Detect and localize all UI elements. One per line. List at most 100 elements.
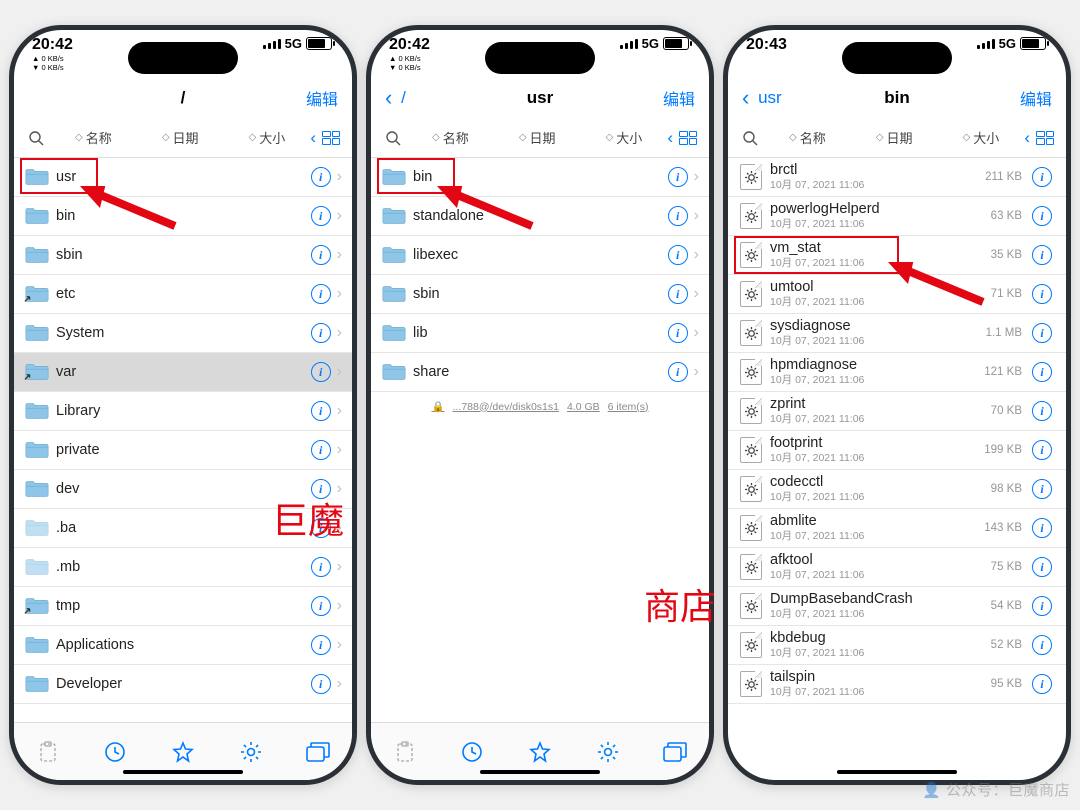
list-item[interactable]: System i › [14, 314, 352, 353]
list-item[interactable]: dev i › [14, 470, 352, 509]
info-button[interactable]: i [1032, 206, 1052, 226]
list-item[interactable]: sysdiagnose 10月 07, 2021 11:06 1.1 MB i [728, 314, 1066, 353]
list-item[interactable]: tmp i › [14, 587, 352, 626]
info-button[interactable]: i [311, 674, 331, 694]
list-item[interactable]: Library i › [14, 392, 352, 431]
clipboard-icon[interactable] [36, 740, 60, 764]
list-item[interactable]: DumpBasebandCrash 10月 07, 2021 11:06 54 … [728, 587, 1066, 626]
info-button[interactable]: i [311, 401, 331, 421]
collapse-icon[interactable]: ‹ [310, 128, 316, 148]
info-button[interactable]: i [311, 635, 331, 655]
info-button[interactable]: i [311, 284, 331, 304]
disk-info[interactable]: 🔒 ...788@/dev/disk0s1s1 4.0 GB 6 item(s) [371, 392, 709, 421]
search-icon[interactable] [379, 130, 407, 146]
info-button[interactable]: i [1032, 440, 1052, 460]
list-item[interactable]: standalone i › [371, 197, 709, 236]
sort-size-button[interactable]: ◇大小 [224, 128, 311, 147]
info-button[interactable]: i [311, 557, 331, 577]
file-list[interactable]: brctl 10月 07, 2021 11:06 211 KB i powerl… [728, 158, 1066, 704]
list-item[interactable]: bin i › [371, 158, 709, 197]
info-button[interactable]: i [668, 284, 688, 304]
info-button[interactable]: i [668, 362, 688, 382]
info-button[interactable]: i [668, 206, 688, 226]
recent-icon[interactable] [460, 740, 484, 764]
list-item[interactable]: share i › [371, 353, 709, 392]
list-item[interactable]: sbin i › [371, 275, 709, 314]
sort-date-button[interactable]: ◇日期 [137, 128, 224, 147]
sort-date-button[interactable]: ◇日期 [851, 128, 938, 147]
info-button[interactable]: i [1032, 557, 1052, 577]
list-item[interactable]: brctl 10月 07, 2021 11:06 211 KB i [728, 158, 1066, 197]
home-indicator[interactable] [480, 770, 600, 774]
back-button[interactable]: ‹ usr [742, 85, 802, 111]
sort-name-button[interactable]: ◇名称 [50, 128, 137, 147]
info-button[interactable]: i [1032, 167, 1052, 187]
list-item[interactable]: kbdebug 10月 07, 2021 11:06 52 KB i [728, 626, 1066, 665]
info-button[interactable]: i [311, 596, 331, 616]
favorites-icon[interactable] [528, 740, 552, 764]
list-item[interactable]: tailspin 10月 07, 2021 11:06 95 KB i [728, 665, 1066, 704]
list-item[interactable]: powerlogHelperd 10月 07, 2021 11:06 63 KB… [728, 197, 1066, 236]
info-button[interactable]: i [1032, 284, 1052, 304]
list-item[interactable]: usr i › [14, 158, 352, 197]
info-button[interactable]: i [1032, 401, 1052, 421]
info-button[interactable]: i [1032, 479, 1052, 499]
list-item[interactable]: var i › [14, 353, 352, 392]
windows-icon[interactable] [663, 740, 687, 764]
info-button[interactable]: i [668, 245, 688, 265]
windows-icon[interactable] [306, 740, 330, 764]
info-button[interactable]: i [311, 518, 331, 538]
home-indicator[interactable] [837, 770, 957, 774]
clipboard-icon[interactable] [393, 740, 417, 764]
file-list[interactable]: usr i › bin i › sbin i › etc i › System … [14, 158, 352, 704]
info-button[interactable]: i [668, 323, 688, 343]
list-item[interactable]: vm_stat 10月 07, 2021 11:06 35 KB i [728, 236, 1066, 275]
grid-view-icon[interactable] [322, 131, 340, 145]
list-item[interactable]: hpmdiagnose 10月 07, 2021 11:06 121 KB i [728, 353, 1066, 392]
sort-size-button[interactable]: ◇大小 [581, 128, 668, 147]
settings-icon[interactable] [239, 740, 263, 764]
info-button[interactable]: i [311, 323, 331, 343]
search-icon[interactable] [22, 130, 50, 146]
file-list[interactable]: bin i › standalone i › libexec i › sbin … [371, 158, 709, 421]
list-item[interactable]: zprint 10月 07, 2021 11:06 70 KB i [728, 392, 1066, 431]
sort-size-button[interactable]: ◇大小 [938, 128, 1025, 147]
list-item[interactable]: umtool 10月 07, 2021 11:06 71 KB i [728, 275, 1066, 314]
list-item[interactable]: Applications i › [14, 626, 352, 665]
list-item[interactable]: footprint 10月 07, 2021 11:06 199 KB i [728, 431, 1066, 470]
list-item[interactable]: afktool 10月 07, 2021 11:06 75 KB i [728, 548, 1066, 587]
info-button[interactable]: i [311, 362, 331, 382]
edit-button[interactable]: 编辑 [992, 86, 1052, 110]
search-icon[interactable] [736, 130, 764, 146]
edit-button[interactable]: 编辑 [635, 86, 695, 110]
info-button[interactable]: i [311, 479, 331, 499]
list-item[interactable]: lib i › [371, 314, 709, 353]
settings-icon[interactable] [596, 740, 620, 764]
sort-date-button[interactable]: ◇日期 [494, 128, 581, 147]
list-item[interactable]: libexec i › [371, 236, 709, 275]
list-item[interactable]: codecctl 10月 07, 2021 11:06 98 KB i [728, 470, 1066, 509]
collapse-icon[interactable]: ‹ [1024, 128, 1030, 148]
edit-button[interactable]: 编辑 [278, 86, 338, 110]
info-button[interactable]: i [1032, 245, 1052, 265]
sort-name-button[interactable]: ◇名称 [764, 128, 851, 147]
info-button[interactable]: i [1032, 635, 1052, 655]
list-item[interactable]: abmlite 10月 07, 2021 11:06 143 KB i [728, 509, 1066, 548]
grid-view-icon[interactable] [1036, 131, 1054, 145]
collapse-icon[interactable]: ‹ [667, 128, 673, 148]
favorites-icon[interactable] [171, 740, 195, 764]
info-button[interactable]: i [311, 245, 331, 265]
info-button[interactable]: i [1032, 596, 1052, 616]
list-item[interactable]: .mb i › [14, 548, 352, 587]
home-indicator[interactable] [123, 770, 243, 774]
info-button[interactable]: i [311, 440, 331, 460]
info-button[interactable]: i [1032, 518, 1052, 538]
info-button[interactable]: i [311, 167, 331, 187]
info-button[interactable]: i [1032, 362, 1052, 382]
list-item[interactable]: bin i › [14, 197, 352, 236]
info-button[interactable]: i [1032, 323, 1052, 343]
back-button[interactable]: ‹ / [385, 85, 445, 111]
list-item[interactable]: .ba i › [14, 509, 352, 548]
grid-view-icon[interactable] [679, 131, 697, 145]
info-button[interactable]: i [668, 167, 688, 187]
